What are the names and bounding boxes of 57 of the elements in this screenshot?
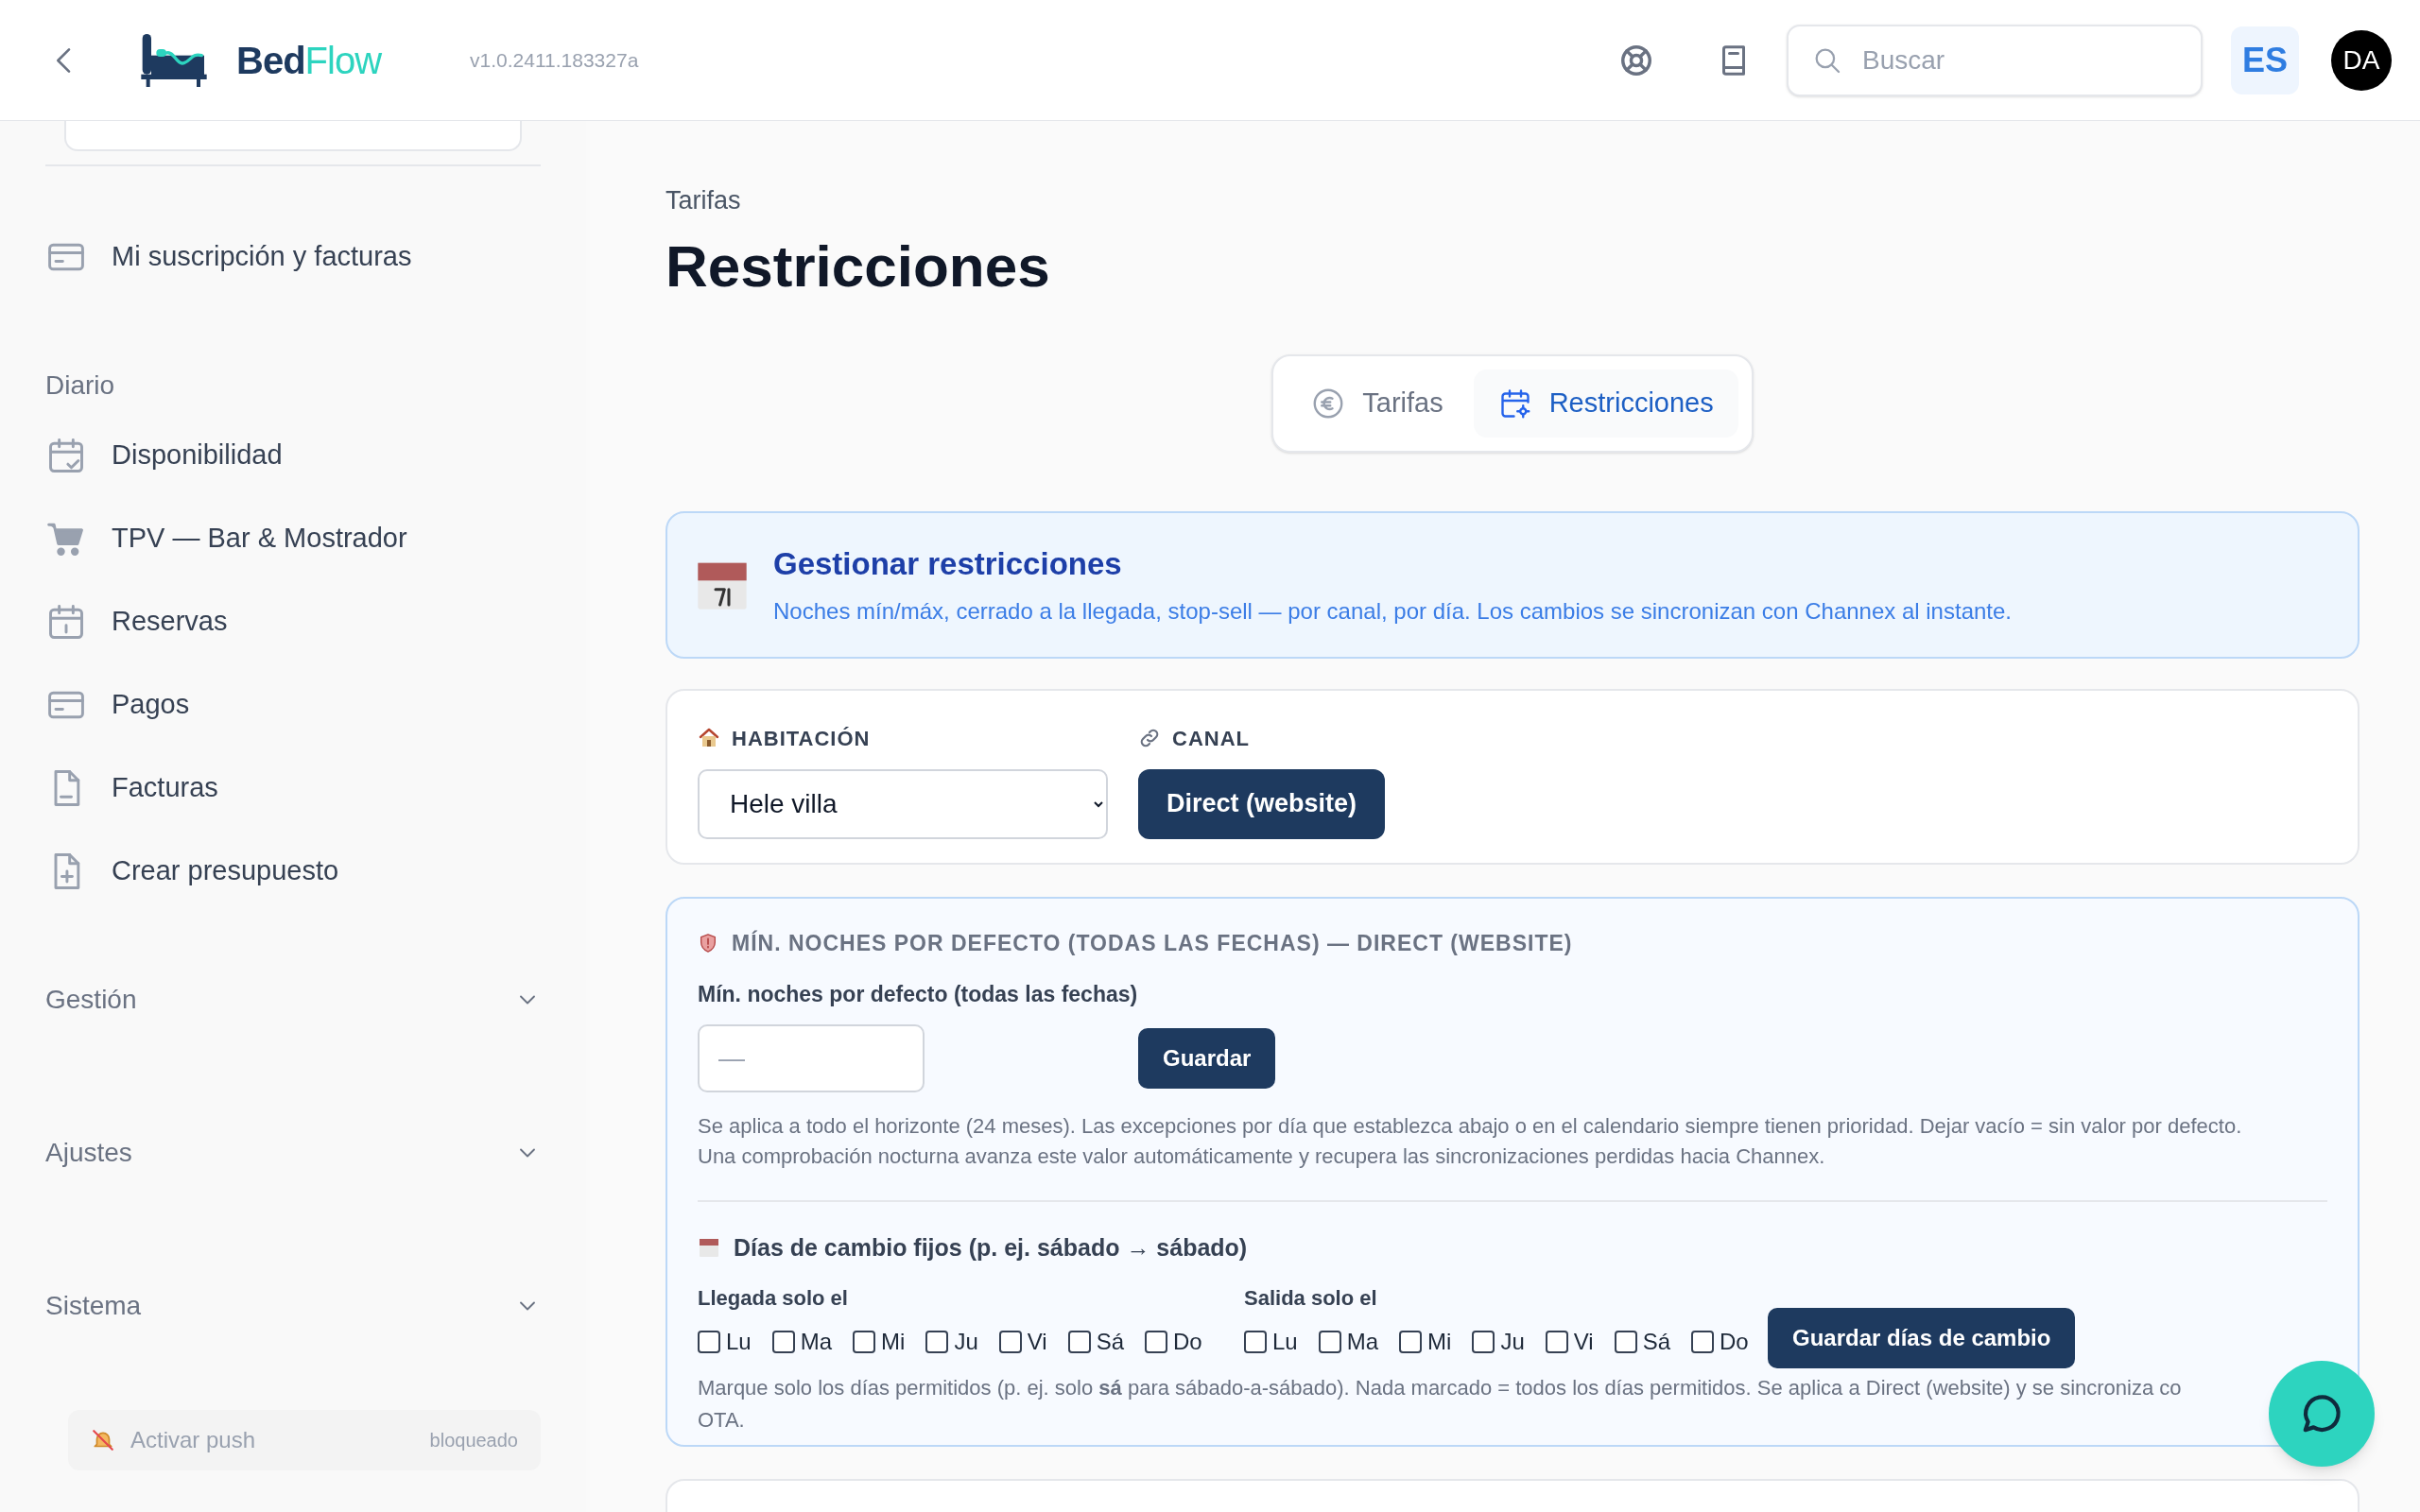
field-label: CANAL [1172,725,1250,752]
field-label: HABITACIÓN [732,725,871,752]
hint-text: OTA. [698,1407,746,1434]
day-checkbox[interactable]: Lu [1244,1325,1298,1359]
status-text: bloqueado [429,1429,518,1452]
section-header[interactable]: Sistema [45,1287,541,1325]
group-label: Salida solo el [1244,1285,1378,1312]
day-checkbox[interactable]: Vi [1545,1325,1594,1359]
day-checkbox[interactable]: Lu [698,1325,752,1359]
day-checkbox[interactable]: Vi [998,1325,1047,1359]
save-changeover-button[interactable]: Guardar días de cambio [1768,1308,2076,1368]
day-checkbox[interactable]: Do [1145,1325,1202,1359]
nav-item[interactable]: Reservas [45,580,541,663]
day-checkbox[interactable]: Ju [1472,1325,1525,1359]
day-checkbox[interactable]: Ma [771,1325,833,1359]
calendar-icon [698,1236,720,1260]
day-checkbox[interactable]: Mi [853,1325,906,1359]
section-heading: MÍN. NOCHES POR DEFECTO (TODAS LAS FECHAS) — DIRECT (WEBSITE) [732,929,1573,957]
section-header[interactable]: Diario [45,367,541,404]
min-nights-field[interactable]: — [698,1023,925,1092]
bell-muted-icon [91,1428,115,1452]
tab[interactable]: Tarifas [1287,369,1468,438]
breadcrumb: Tarifas [666,185,742,216]
nav-item[interactable]: Disponibilidad [45,414,541,497]
channel-button[interactable]: Direct (website) [1138,768,1386,839]
banner-title: Gestionar restricciones [773,544,1123,583]
section-header[interactable]: Gestión [45,981,541,1019]
hint-text: Marque solo los días permitidos (p. ej. solo sá para sábado-a-sábado). Nada marcado = todos los días permitidos. Se aplica a Direct (website) y se sincroniza co [698,1375,2183,1401]
nav-item[interactable]: Pagos [45,663,541,747]
shield-icon [698,931,718,954]
help-text: Se aplica a todo el horizonte (24 meses). Las excepciones por día que establezca abajo o en el calendario siempre tienen prioridad. Dejar vacío = sin valor por defecto. Una comprobación nocturna avanza este valor automáticamente y recupera las sincronizaciones perdidas hacia Channex. [698,1112,2243,1170]
language-button[interactable]: ES [2231,26,2299,94]
day-checkbox[interactable]: Mi [1399,1325,1452,1359]
house-icon [698,727,720,749]
nav-item[interactable]: TPV — Bar & Mostrador [45,497,541,580]
save-button[interactable]: Guardar [1138,1027,1276,1089]
logo-text: BedFlow [236,41,382,79]
banner-text: Noches mín/máx, cerrado a la llegada, stop-sell — por canal, por día. Los cambios se sincronizan con Channex al instante. [773,597,2012,627]
section-header[interactable]: Ajustes [45,1134,541,1172]
nav-item[interactable]: Facturas [45,747,541,830]
page-title: Restricciones [666,236,1051,296]
nav-item[interactable]: Crear presupuesto [45,830,541,913]
day-checkbox[interactable]: Sá [1614,1325,1670,1359]
day-checkbox[interactable]: Ma [1318,1325,1379,1359]
room-select[interactable]: Hele villa [698,768,1108,839]
day-checkbox[interactable]: Do [1691,1325,1749,1359]
section-title: Días de cambio fijos (p. ej. sábado → sábado) [734,1232,1248,1263]
avatar[interactable]: DA [2331,29,2392,91]
link-icon [1138,727,1161,749]
search-field[interactable]: Buscar [1787,24,2203,96]
group-label: Llegada solo el [698,1285,849,1312]
day-checkbox[interactable]: Sá [1067,1325,1124,1359]
day-checkbox[interactable]: Ju [925,1325,978,1359]
version-text: v1.0.2411.183327a [470,47,639,73]
nav-item[interactable]: Mi suscripción y facturas [45,215,541,299]
field-label: Mín. noches por defecto (todas las fechas) [698,981,1139,1008]
tab[interactable]: Restricciones [1473,369,1738,438]
